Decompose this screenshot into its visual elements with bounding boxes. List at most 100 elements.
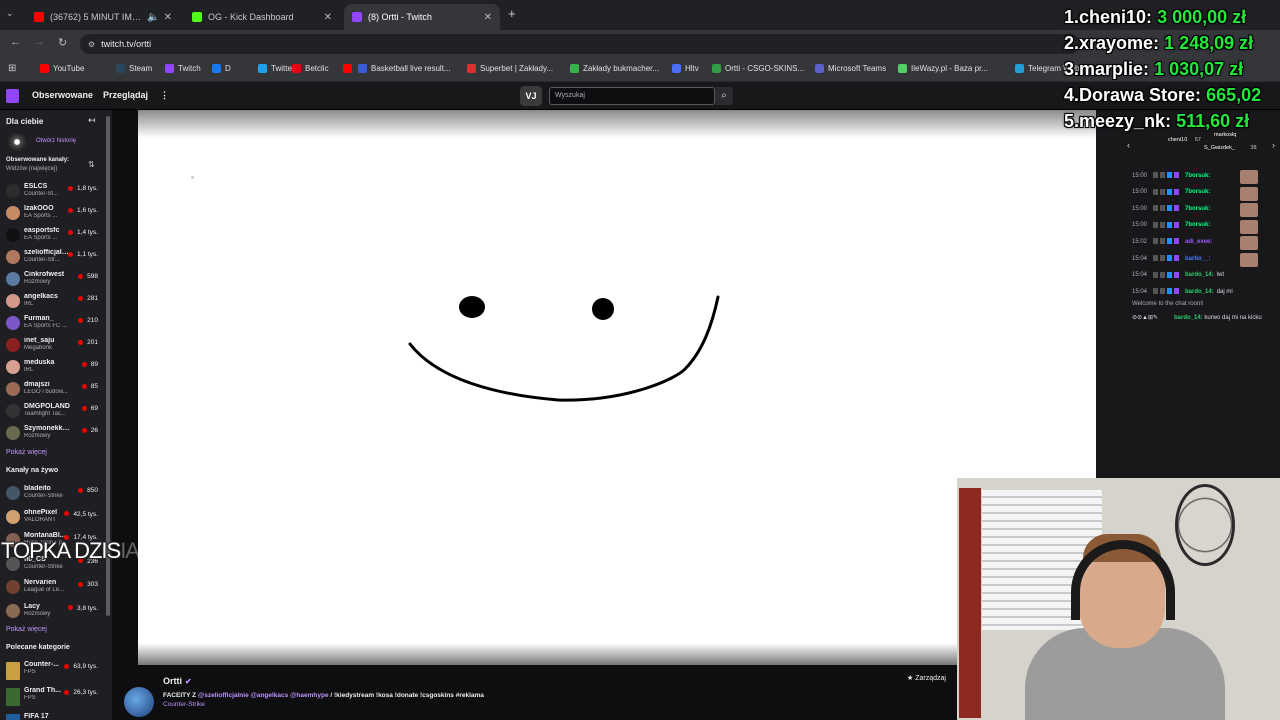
channel-avatar	[6, 662, 20, 680]
sidebar-channel-row[interactable]: bladeito Counter-Strike 850	[0, 483, 104, 505]
nav-following-link[interactable]: Obserwowane	[32, 90, 93, 100]
chat-username[interactable]: bardo_14:	[1185, 272, 1214, 278]
sidebar-channel-row[interactable]: Grand Th... FPS 26,3 tys.	[0, 685, 104, 707]
emote-icon	[1240, 203, 1258, 218]
sidebar-channel-row[interactable]: ohnePixel VALORANT 42,5 tys.	[0, 507, 104, 529]
sort-icon[interactable]: ⇅	[88, 160, 95, 169]
chat-username[interactable]: 7borsuk:	[1185, 189, 1210, 195]
channel-category: Counter-Strike	[24, 493, 63, 499]
sidebar-channel-row[interactable]: inet_saju Megabonk 201	[0, 335, 104, 357]
bookmark-item[interactable]: YouTube	[40, 64, 84, 73]
bookmark-item[interactable]: Superbet | Zakłady...	[467, 64, 553, 73]
chat-username[interactable]: bardo_14:	[1174, 315, 1203, 321]
browser-tab-twitch[interactable]: (8) Ortti - Twitch ✕	[344, 4, 500, 30]
chat-back-chevron-icon[interactable]: ‹	[1127, 140, 1130, 150]
chat-username[interactable]: bartio__:	[1185, 256, 1210, 262]
new-tab-button[interactable]: +	[508, 6, 516, 21]
sidebar-channel-row[interactable]: Nervarien League of Le... 303	[0, 577, 104, 599]
bookmark-item[interactable]: Twitch	[165, 64, 201, 73]
open-history-link[interactable]: Otwórz historię	[36, 138, 76, 144]
search-icon[interactable]: ⌕	[715, 87, 733, 105]
show-more-live-link[interactable]: Pokaż więcej	[6, 626, 47, 633]
chat-username[interactable]: 7borsuk:	[1185, 222, 1210, 228]
bookmark-item[interactable]: Betclic	[292, 64, 329, 73]
site-info-icon[interactable]: ⚙	[88, 40, 95, 49]
topka-fade-text: IA:	[120, 538, 145, 563]
tab-search-chevron-icon[interactable]: ⌄	[6, 8, 14, 19]
chat-text: lwt	[1216, 272, 1225, 279]
sidebar-channel-row[interactable]: szeliofficjalnie Counter-Str... 1,1 tys.	[0, 247, 104, 269]
twitch-logo-icon[interactable]	[6, 89, 19, 103]
kick-favicon-icon	[192, 12, 202, 22]
close-tab-icon[interactable]: ✕	[164, 12, 172, 23]
video-player[interactable]	[138, 110, 1096, 665]
more-options-icon[interactable]: ⋮	[160, 90, 169, 101]
webcam-overlay	[957, 478, 1280, 720]
bookmark-favicon-icon	[815, 64, 824, 73]
bookmark-favicon-icon	[116, 64, 125, 73]
chat-username[interactable]: adi_exee:	[1185, 239, 1212, 245]
stream-title-prefix: FACEITY Z	[163, 692, 198, 699]
sidebar-channel-row[interactable]: Counter-... FPS 63,9 tys.	[0, 659, 104, 681]
prime-badge-icon[interactable]: VJ	[520, 86, 542, 106]
viewer-count: 89	[82, 361, 98, 368]
bookmark-item[interactable]: Zakłady bukmacher...	[570, 64, 659, 73]
stream-title-mentions[interactable]: @szeliofficjalnie @angelkacs @haemhype	[198, 692, 329, 699]
bookmark-favicon-icon	[712, 64, 721, 73]
leaderboard-row: 3.marplie: 1 030,07 zł	[1064, 59, 1243, 80]
bookmark-item[interactable]: Microsoft Teams	[815, 64, 886, 73]
sidebar-channel-row[interactable]: angelkacs IRL 281	[0, 291, 104, 313]
stream-game-link[interactable]: Counter-Strike	[163, 701, 205, 708]
bookmark-item[interactable]: Ortti - CSGO-SKINS...	[712, 64, 804, 73]
channel-category: Counter-Strike	[24, 563, 63, 570]
bookmark-item[interactable]	[343, 64, 356, 73]
chat-username[interactable]: bardo_14:	[1185, 289, 1214, 295]
chat-forward-chevron-icon[interactable]: ›	[1272, 140, 1275, 150]
back-arrow-icon[interactable]: ←	[10, 36, 21, 48]
url-field[interactable]: ⚙ twitch.tv/ortti	[80, 34, 1080, 54]
chat-timestamp: 15:00	[1132, 222, 1148, 229]
bookmark-label: Superbet | Zakłady...	[480, 64, 554, 73]
show-more-followed-link[interactable]: Pokaż więcej	[6, 449, 47, 456]
sidebar-channel-row[interactable]: ESLCS Counter-St... 1,8 tys.	[0, 181, 104, 203]
bookmark-item[interactable]: Basketball live result...	[358, 64, 451, 73]
chat-timestamp: 15:02	[1132, 238, 1148, 245]
leaderboard-row: 1.cheni10: 3 000,00 zł	[1064, 7, 1246, 28]
sidebar-channel-row[interactable]: Szymonekk17 Rozmowy 26	[0, 423, 104, 445]
forward-arrow-icon[interactable]: →	[34, 36, 45, 48]
apps-grid-icon[interactable]: ⊞	[8, 63, 16, 74]
channel-avatar[interactable]	[124, 687, 154, 717]
tab-label: OG - Kick Dashboard	[208, 12, 294, 22]
browser-tab-kick[interactable]: OG - Kick Dashboard ✕	[184, 4, 340, 30]
channel-name: angelkacs	[24, 293, 58, 300]
close-tab-icon[interactable]: ✕	[484, 12, 492, 23]
chat-message: ⊘⊘▲⊞✎ bardo_14: kurwo daj mi na kicku	[1132, 315, 1262, 321]
search-input[interactable]: Wyszukaj	[549, 87, 715, 105]
bookmark-item[interactable]: Steam	[116, 64, 152, 73]
close-tab-icon[interactable]: ✕	[324, 12, 332, 23]
sidebar-channel-row[interactable]: Cinkrofwest Rozmowy 598	[0, 269, 104, 291]
browser-tab-youtube[interactable]: (36762) 5 MINUT IMPREZY 🔈 ✕	[26, 4, 180, 30]
manage-button[interactable]: ★ Zarządzaj	[907, 674, 946, 682]
speaker-icon[interactable]: 🔈	[147, 12, 159, 23]
bookmark-item[interactable]: Twitter	[258, 64, 295, 73]
sidebar-channel-row[interactable]: FIFA 17	[0, 711, 104, 720]
reload-icon[interactable]: ↻	[58, 36, 67, 49]
bookmark-item[interactable]: IleWazy.pl - Baza pr...	[898, 64, 988, 73]
emote-icon	[1240, 253, 1258, 267]
nav-browse-link[interactable]: Przeglądaj	[103, 90, 148, 100]
sidebar-channel-row[interactable]: DMGPOLAND Teamfight Tac... 69	[0, 401, 104, 423]
sidebar-channel-row[interactable]: IzakOOO EA Sports ... 1,6 tys.	[0, 203, 104, 225]
bookmark-item[interactable]: Hltv	[672, 64, 699, 73]
sidebar-channel-row[interactable]: dmajszi LEGO i budow... 85	[0, 379, 104, 401]
channel-name[interactable]: Ortti ✔	[163, 676, 192, 686]
chat-username[interactable]: 7borsuk:	[1185, 173, 1210, 179]
bookmark-item[interactable]: D	[212, 64, 231, 73]
sidebar-channel-row[interactable]: easportsfc EA Sports ... 1,4 tys.	[0, 225, 104, 247]
chat-username[interactable]: 7borsuk:	[1185, 206, 1210, 212]
collapse-sidebar-icon[interactable]: ↤	[88, 115, 96, 126]
sidebar-channel-row[interactable]: meduska IRL 89	[0, 357, 104, 379]
sidebar-channel-row[interactable]: Lacy Rozmowy 3,8 tys.	[0, 601, 104, 623]
sidebar-channel-row[interactable]: Furman_ EA Sports FC ... 210	[0, 313, 104, 335]
channel-name: Counter-...	[24, 661, 59, 668]
